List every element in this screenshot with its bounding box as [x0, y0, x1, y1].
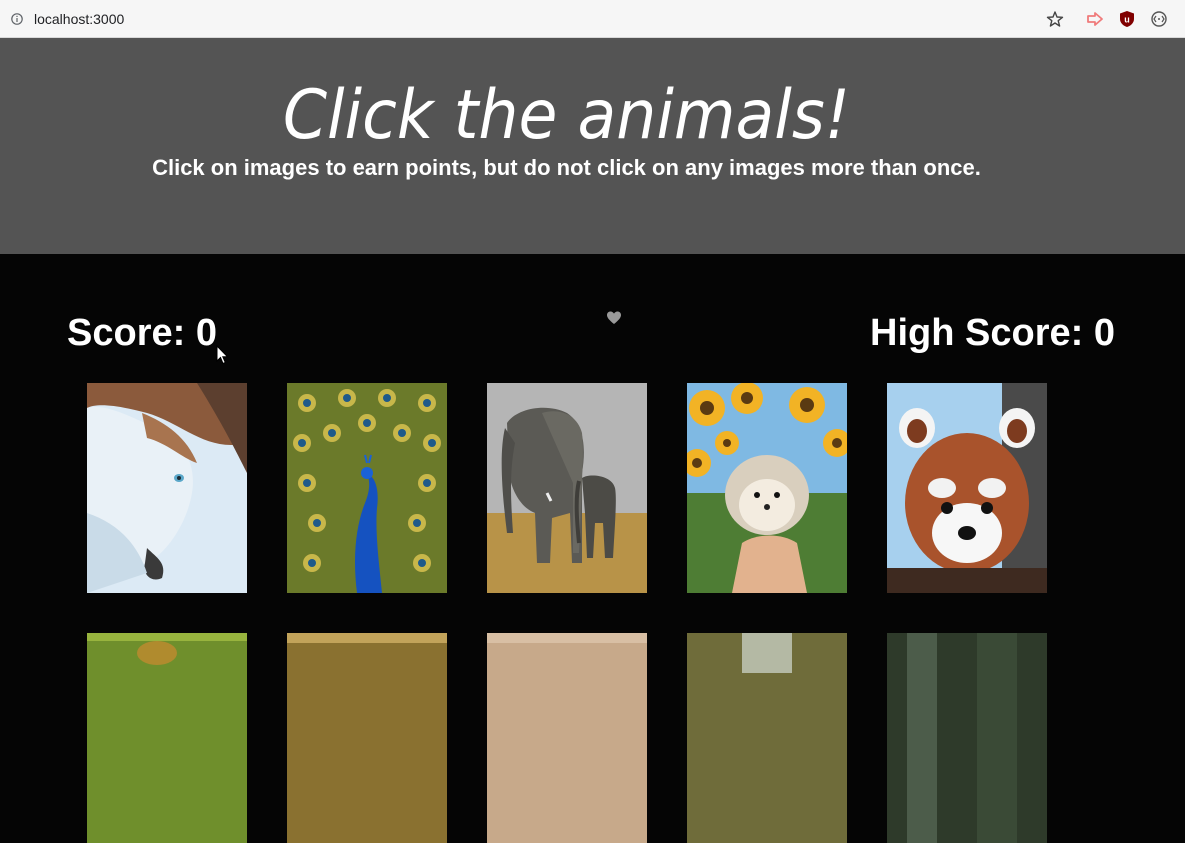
page-title: Click the animals!: [282, 76, 851, 155]
animal-card-elephants[interactable]: [487, 383, 647, 593]
high-score-display: High Score: 0: [870, 312, 1115, 354]
ublock-icon[interactable]: u: [1118, 10, 1136, 28]
score-display: Score: 0: [67, 312, 217, 354]
svg-text:u: u: [1124, 15, 1130, 25]
url-text[interactable]: localhost:3000: [34, 11, 124, 27]
browser-address-bar: localhost:3000 u: [0, 0, 1185, 38]
star-icon[interactable]: [1046, 10, 1064, 28]
animal-card-husky[interactable]: [87, 383, 247, 593]
extension-circle-icon[interactable]: [1150, 10, 1168, 28]
animal-card-red-panda[interactable]: [887, 383, 1047, 593]
heart-icon: [607, 311, 621, 324]
info-icon[interactable]: [11, 13, 23, 25]
extension-arrow-icon[interactable]: [1086, 10, 1104, 28]
animal-card-hedgehog[interactable]: [687, 383, 847, 593]
header-banner: Click the animals! Click on images to ea…: [0, 38, 1185, 254]
mouse-cursor-icon: [216, 345, 229, 365]
animal-card-peacock[interactable]: [287, 383, 447, 593]
page-subtitle: Click on images to earn points, but do n…: [152, 155, 981, 180]
